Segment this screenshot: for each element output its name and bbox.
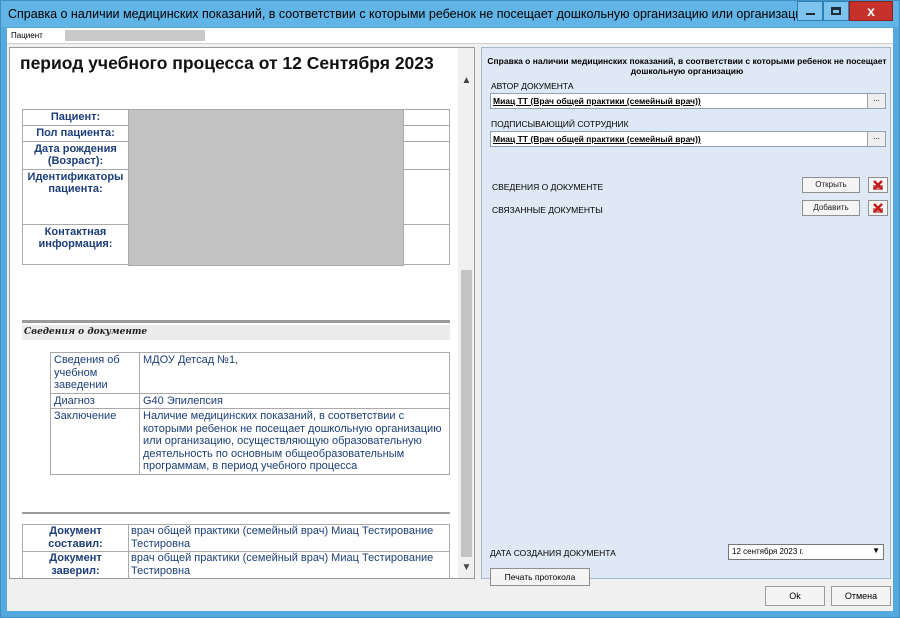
properties-panel: Справка о наличии медицинских показаний,… <box>481 47 891 586</box>
chevron-down-icon: ▼ <box>461 562 472 573</box>
contact-label: Контактная информация: <box>22 224 129 265</box>
delete-related-button[interactable] <box>868 200 888 216</box>
close-icon: x <box>867 3 875 19</box>
patient-data-redacted <box>128 109 404 266</box>
table-row: Документ заверил: врач общей практики (с… <box>22 551 450 578</box>
gender-label: Пол пациента: <box>22 125 129 142</box>
info-value: G40 Эпилепсия <box>139 392 450 409</box>
minimize-button[interactable] <box>797 1 823 21</box>
delete-icon <box>873 203 883 213</box>
maximize-icon <box>831 7 841 15</box>
ok-button[interactable]: Ok <box>765 586 825 606</box>
creation-date-select[interactable]: 12 сентября 2023 г. ▼ <box>728 544 884 560</box>
info-label: Сведения об учебном заведении <box>50 352 140 394</box>
document-scrollbar[interactable]: ▲ ▼ <box>458 48 474 578</box>
patient-strip: Пациент <box>7 28 893 44</box>
scroll-up-button[interactable]: ▲ <box>458 72 474 89</box>
doc-info-label: СВЕДЕНИЯ О ДОКУМЕНТЕ <box>492 182 604 192</box>
window-title: Справка о наличии медицинских показаний,… <box>8 7 818 21</box>
birth-label: Дата рождения (Возраст): <box>22 141 129 170</box>
open-button[interactable]: Открыть <box>802 177 860 193</box>
composer-label: Документ составил: <box>22 524 129 552</box>
creation-date-label: ДАТА СОЗДАНИЯ ДОКУМЕНТА <box>490 548 616 558</box>
signer-field[interactable]: Миац ТТ (Врач общей практики (семейный в… <box>490 131 886 147</box>
document-view: период учебного процесса от 12 Сентября … <box>9 47 475 579</box>
signer-value: Миац ТТ (Врач общей практики (семейный в… <box>493 134 701 144</box>
patient-table: Пациент: Пол пациента: Дата рождения (Во… <box>22 109 450 266</box>
patient-label: Пациент: <box>22 109 129 126</box>
client-area: Пациент период учебного процесса от 12 С… <box>7 28 893 611</box>
signer-label: ПОДПИСЫВАЮЩИЙ СОТРУДНИК <box>491 119 629 129</box>
composer-value: врач общей практики (семейный врач) Миац… <box>128 524 450 552</box>
table-row: Документ составил: врач общей практики (… <box>22 524 450 552</box>
author-field[interactable]: Миац ТТ (Врач общей практики (семейный в… <box>490 93 886 109</box>
cancel-button[interactable]: Отмена <box>831 586 891 606</box>
section-divider <box>22 320 450 323</box>
related-docs-label: СВЯЗАННЫЕ ДОКУМЕНТЫ <box>492 205 603 215</box>
table-row: Сведения об учебном заведении МДОУ Детса… <box>50 352 450 394</box>
identifiers-label: Идентификаторы пациента: <box>22 169 129 225</box>
patient-name-redacted <box>65 30 205 41</box>
add-related-button[interactable]: Добавить <box>802 200 860 216</box>
info-label: Заключение <box>50 408 140 475</box>
author-value: Миац ТТ (Врач общей практики (семейный в… <box>493 96 701 106</box>
chevron-up-icon: ▲ <box>461 75 472 86</box>
section-title: Сведения о документе <box>22 325 450 340</box>
scroll-down-button[interactable]: ▼ <box>458 559 474 576</box>
panel-title: Справка о наличии медицинских показаний,… <box>487 56 887 76</box>
info-value: МДОУ Детсад №1, <box>139 352 450 394</box>
info-label: Диагноз <box>50 392 140 409</box>
minimize-icon <box>805 12 815 15</box>
table-row: Диагноз G40 Эпилепсия <box>50 392 450 409</box>
maximize-button[interactable] <box>823 1 849 21</box>
print-protocol-button[interactable]: Печать протокола <box>490 568 590 586</box>
certifier-value: врач общей практики (семейный врач) Миац… <box>128 551 450 578</box>
dialog-window: Справка о наличии медицинских показаний,… <box>0 0 900 618</box>
scroll-thumb[interactable] <box>461 270 472 557</box>
window-controls: x <box>797 1 893 21</box>
author-browse-button[interactable]: ... <box>867 94 885 108</box>
document-heading: период учебного процесса от 12 Сентября … <box>20 53 434 73</box>
author-label: АВТОР ДОКУМЕНТА <box>491 81 574 91</box>
info-table: Сведения об учебном заведении МДОУ Детса… <box>50 352 450 475</box>
delete-doc-info-button[interactable] <box>868 177 888 193</box>
signature-table: Документ составил: врач общей практики (… <box>22 524 450 578</box>
footer-divider <box>22 512 450 514</box>
chevron-down-icon: ▼ <box>872 546 880 555</box>
info-value: Наличие медицинских показаний, в соответ… <box>139 408 450 475</box>
close-button[interactable]: x <box>849 1 893 21</box>
patient-strip-label: Пациент <box>11 31 43 40</box>
certifier-label: Документ заверил: <box>22 551 129 578</box>
document-content: период учебного процесса от 12 Сентября … <box>10 48 458 578</box>
delete-icon <box>873 180 883 190</box>
table-row: Заключение Наличие медицинских показаний… <box>50 408 450 475</box>
title-bar[interactable]: Справка о наличии медицинских показаний,… <box>1 1 899 27</box>
signer-browse-button[interactable]: ... <box>867 132 885 146</box>
creation-date-value: 12 сентября 2023 г. <box>732 547 804 556</box>
